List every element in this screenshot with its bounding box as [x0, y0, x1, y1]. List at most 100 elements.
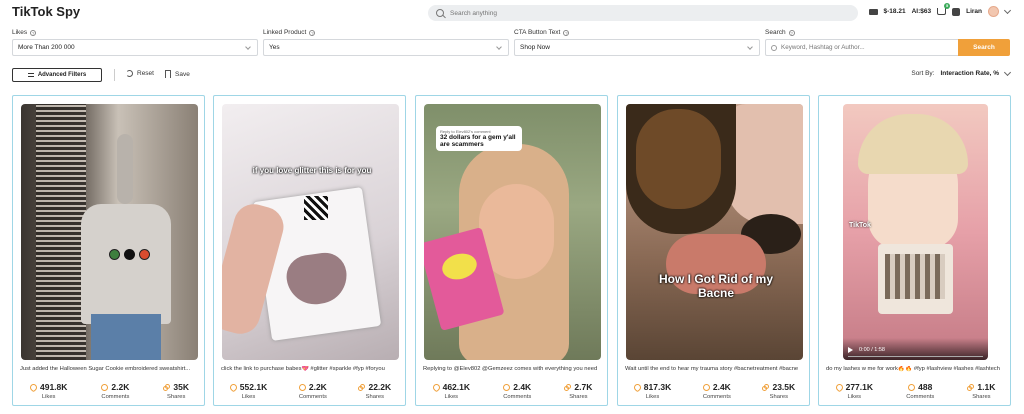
- header-actions: $-18.21 AI:$63 5 Liran: [868, 3, 1012, 17]
- video-stats: 277.1K Likes 488 Comments 1.1K Shares: [819, 382, 1012, 400]
- video-player[interactable]: TikTok 0:00 / 1:58: [843, 104, 988, 360]
- likes-label: Likes: [241, 394, 256, 400]
- shares-stat: 35K Shares: [163, 382, 189, 400]
- advanced-filters-button[interactable]: Advanced Filters: [12, 68, 102, 82]
- help-icon[interactable]: ?: [309, 29, 316, 36]
- shares-label: Shares: [569, 394, 588, 400]
- video-caption: Replying to @Elev802 @Gemzeez comes with…: [423, 366, 598, 372]
- shares-count: 35K: [173, 382, 189, 392]
- comments-stat: 2.2K Comments: [299, 382, 327, 400]
- heart-icon: [228, 382, 239, 392]
- balance: $-18.21: [883, 8, 906, 15]
- cta-select-value: Shop Now: [520, 44, 550, 51]
- share-icon: [564, 383, 572, 391]
- comments-label: Comments: [702, 394, 731, 400]
- video-thumbnail[interactable]: How I Got Rid of my Bacne: [626, 104, 803, 360]
- likes-select-value: More Than 200 000: [18, 44, 75, 51]
- comment-icon: [298, 383, 306, 391]
- help-icon[interactable]: ?: [563, 29, 570, 36]
- shares-label: Shares: [167, 394, 186, 400]
- video-progress[interactable]: [848, 356, 983, 357]
- heart-icon: [431, 382, 442, 392]
- comments-stat: 2.4K Comments: [703, 382, 731, 400]
- play-icon[interactable]: [848, 347, 853, 353]
- chevron-down-icon[interactable]: [1003, 6, 1012, 14]
- likes-label: Likes: [41, 394, 56, 400]
- video-card[interactable]: if you love glitter this is for you clic…: [213, 95, 406, 406]
- shares-count: 1.1K: [977, 382, 996, 392]
- comments-stat: 2.2K Comments: [101, 382, 129, 400]
- shares-stat: 1.1K Shares: [967, 382, 995, 400]
- heart-icon: [632, 382, 643, 392]
- comments-label: Comments: [101, 394, 130, 400]
- reset-button[interactable]: Reset: [126, 70, 154, 77]
- global-search-input[interactable]: [450, 9, 830, 17]
- comments-stat: 488 Comments: [906, 382, 934, 400]
- top-bar: TikTok Spy $-18.21 AI:$63 5 Liran: [0, 0, 1024, 26]
- sort-control[interactable]: Sort By: Interaction Rate, %: [911, 68, 1012, 77]
- shares-stat: 22.2K Shares: [358, 382, 391, 400]
- keyword-search-field[interactable]: [765, 39, 959, 56]
- search-button[interactable]: Search: [958, 39, 1010, 56]
- likes-label: Likes: [645, 394, 660, 400]
- cta-select[interactable]: Shop Now: [514, 39, 760, 56]
- likes-label: Likes: [444, 394, 459, 400]
- search-icon: [771, 44, 777, 51]
- comment-icon: [101, 383, 109, 391]
- video-card[interactable]: TikTok 0:00 / 1:58 do my lashes w me for…: [818, 95, 1011, 406]
- cart-icon[interactable]: 5: [937, 3, 951, 15]
- bookmark-icon: [165, 70, 171, 78]
- comments-count: 2.2K: [308, 382, 327, 392]
- sort-value: Interaction Rate, %: [940, 70, 999, 77]
- avatar[interactable]: [988, 6, 999, 17]
- filter-icon: [27, 73, 34, 77]
- video-card[interactable]: How I Got Rid of my Bacne Wait until the…: [617, 95, 810, 406]
- reply-comment-bubble: Reply to Elev802's comment 32 dollars fo…: [436, 126, 522, 151]
- video-controls: 0:00 / 1:58: [843, 338, 988, 360]
- video-thumbnail[interactable]: [21, 104, 198, 360]
- video-card[interactable]: Reply to Elev802's comment 32 dollars fo…: [415, 95, 608, 406]
- reset-icon: [126, 70, 133, 77]
- likes-select[interactable]: More Than 200 000: [12, 39, 258, 56]
- likes-count: 817.3K: [643, 382, 672, 392]
- video-thumbnail[interactable]: if you love glitter this is for you: [222, 104, 399, 360]
- video-overlay-text: How I Got Rid of my Bacne: [659, 272, 773, 300]
- likes-stat: 277.1K Likes: [834, 382, 873, 400]
- likes-count: 552.1K: [239, 382, 268, 392]
- chevron-down-icon: [747, 43, 753, 50]
- shares-count: 23.5K: [772, 382, 796, 392]
- video-stats: 491.8K Likes 2.2K Comments 35K Shares: [13, 382, 206, 400]
- save-button[interactable]: Save: [165, 70, 190, 78]
- share-icon: [762, 383, 770, 391]
- search-label: Search?: [765, 29, 795, 36]
- video-card[interactable]: Just added the Halloween Sugar Cookie em…: [12, 95, 205, 406]
- video-caption: Wait until the end to hear my trauma sto…: [625, 366, 799, 372]
- comment-icon: [702, 383, 710, 391]
- advanced-filters-label: Advanced Filters: [37, 72, 87, 78]
- cta-label-text: CTA Button Text: [514, 29, 561, 36]
- reset-label: Reset: [137, 70, 154, 77]
- shares-stat: 2.7K Shares: [564, 382, 592, 400]
- help-icon[interactable]: ?: [30, 29, 37, 36]
- video-thumbnail[interactable]: Reply to Elev802's comment 32 dollars fo…: [424, 104, 601, 360]
- likes-stat: 491.8K Likes: [28, 382, 68, 400]
- comments-label: Comments: [503, 394, 532, 400]
- linked-product-select[interactable]: Yes: [263, 39, 509, 56]
- ai-credits: AI:$63: [911, 8, 932, 15]
- video-stats: 552.1K Likes 2.2K Comments 22.2K Shares: [214, 382, 407, 400]
- comments-label: Comments: [906, 394, 935, 400]
- comments-count: 2.4K: [513, 382, 532, 392]
- help-icon[interactable]: ?: [788, 29, 795, 36]
- divider: [114, 69, 115, 81]
- video-caption: click the link to purchase babes💖 #glitt…: [221, 366, 385, 372]
- video-stats: 817.3K Likes 2.4K Comments 23.5K Shares: [618, 382, 811, 400]
- comment-icon: [503, 383, 511, 391]
- global-search[interactable]: [428, 5, 858, 21]
- app-title: TikTok Spy: [12, 4, 81, 19]
- keyword-search-input[interactable]: [781, 44, 951, 51]
- cta-label: CTA Button Text?: [514, 29, 570, 36]
- likes-count: 491.8K: [39, 382, 68, 392]
- shares-stat: 23.5K Shares: [762, 382, 795, 400]
- heart-icon: [834, 382, 845, 392]
- likes-label: Likes: [847, 394, 862, 400]
